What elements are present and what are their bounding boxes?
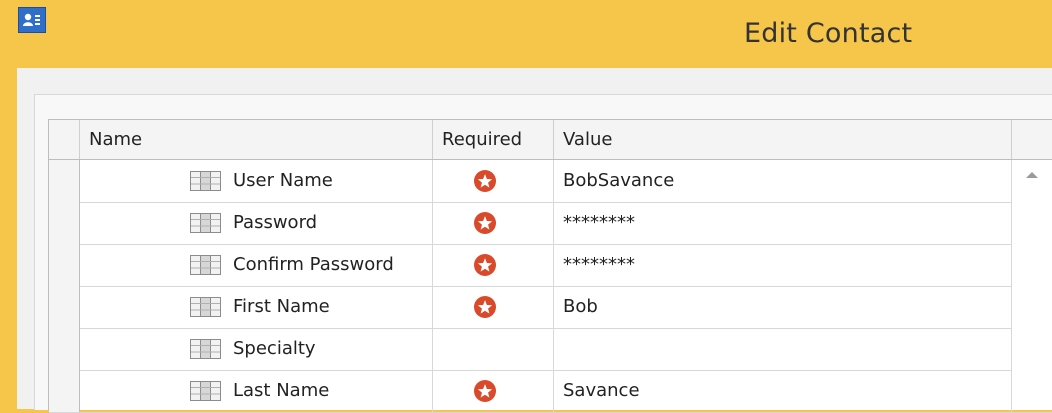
field-name-label: Password bbox=[233, 212, 318, 233]
row-indicator[interactable] bbox=[49, 370, 80, 412]
table-row[interactable]: Last Name Savance bbox=[49, 370, 1052, 413]
contact-properties-grid: Name Required Value User Name BobSavance P… bbox=[48, 119, 1052, 413]
scroll-up-arrow-icon[interactable] bbox=[1026, 172, 1038, 178]
required-star-icon bbox=[474, 254, 496, 276]
grid-header: Name Required Value bbox=[49, 120, 1052, 160]
table-field-icon bbox=[190, 339, 221, 359]
value-cell[interactable]: ******** bbox=[554, 244, 1012, 286]
table-field-icon bbox=[190, 255, 221, 275]
value-cell[interactable]: Bob bbox=[554, 286, 1012, 328]
table-row[interactable]: Password ******** bbox=[49, 202, 1052, 245]
row-indicator-header bbox=[49, 120, 80, 159]
value-cell[interactable]: BobSavance bbox=[554, 160, 1012, 202]
column-header-name[interactable]: Name bbox=[80, 120, 433, 159]
name-cell[interactable]: First Name bbox=[80, 286, 433, 328]
name-cell[interactable]: Password bbox=[80, 202, 433, 244]
table-row[interactable]: Specialty bbox=[49, 328, 1052, 371]
contact-card-icon[interactable] bbox=[18, 7, 46, 33]
value-cell[interactable]: ******** bbox=[554, 202, 1012, 244]
required-cell[interactable] bbox=[433, 328, 554, 370]
field-name-label: First Name bbox=[233, 296, 330, 317]
row-indicator[interactable] bbox=[49, 202, 80, 244]
name-cell[interactable]: User Name bbox=[80, 160, 433, 202]
value-cell[interactable] bbox=[554, 328, 1012, 370]
name-cell[interactable]: Last Name bbox=[80, 370, 433, 412]
field-name-label: Confirm Password bbox=[233, 254, 394, 275]
required-cell[interactable] bbox=[433, 370, 554, 412]
row-indicator[interactable] bbox=[49, 328, 80, 370]
table-field-icon bbox=[190, 171, 221, 191]
scroll-corner bbox=[1012, 120, 1052, 159]
required-cell[interactable] bbox=[433, 244, 554, 286]
table-field-icon bbox=[190, 297, 221, 317]
name-cell[interactable]: Specialty bbox=[80, 328, 433, 370]
required-cell[interactable] bbox=[433, 286, 554, 328]
title-bar: Edit Contact bbox=[0, 0, 1052, 68]
value-cell[interactable]: Savance bbox=[554, 370, 1012, 412]
field-name-label: Specialty bbox=[233, 338, 316, 359]
column-header-value[interactable]: Value bbox=[554, 120, 1012, 159]
row-indicator[interactable] bbox=[49, 286, 80, 328]
field-name-label: User Name bbox=[233, 170, 333, 191]
field-name-label: Last Name bbox=[233, 380, 330, 401]
table-row[interactable]: User Name BobSavance bbox=[49, 160, 1052, 203]
row-indicator[interactable] bbox=[49, 244, 80, 286]
table-field-icon bbox=[190, 213, 221, 233]
table-field-icon bbox=[190, 381, 221, 401]
required-star-icon bbox=[474, 212, 496, 234]
required-star-icon bbox=[474, 296, 496, 318]
column-header-required[interactable]: Required bbox=[433, 120, 554, 159]
table-row[interactable]: Confirm Password ******** bbox=[49, 244, 1052, 287]
table-row[interactable]: First Name Bob bbox=[49, 286, 1052, 329]
row-indicator[interactable] bbox=[49, 160, 80, 202]
name-cell[interactable]: Confirm Password bbox=[80, 244, 433, 286]
window-title: Edit Contact bbox=[744, 18, 913, 49]
required-cell[interactable] bbox=[433, 160, 554, 202]
required-cell[interactable] bbox=[433, 202, 554, 244]
required-star-icon bbox=[474, 170, 496, 192]
required-star-icon bbox=[474, 380, 496, 402]
vertical-scrollbar[interactable] bbox=[1012, 160, 1052, 410]
